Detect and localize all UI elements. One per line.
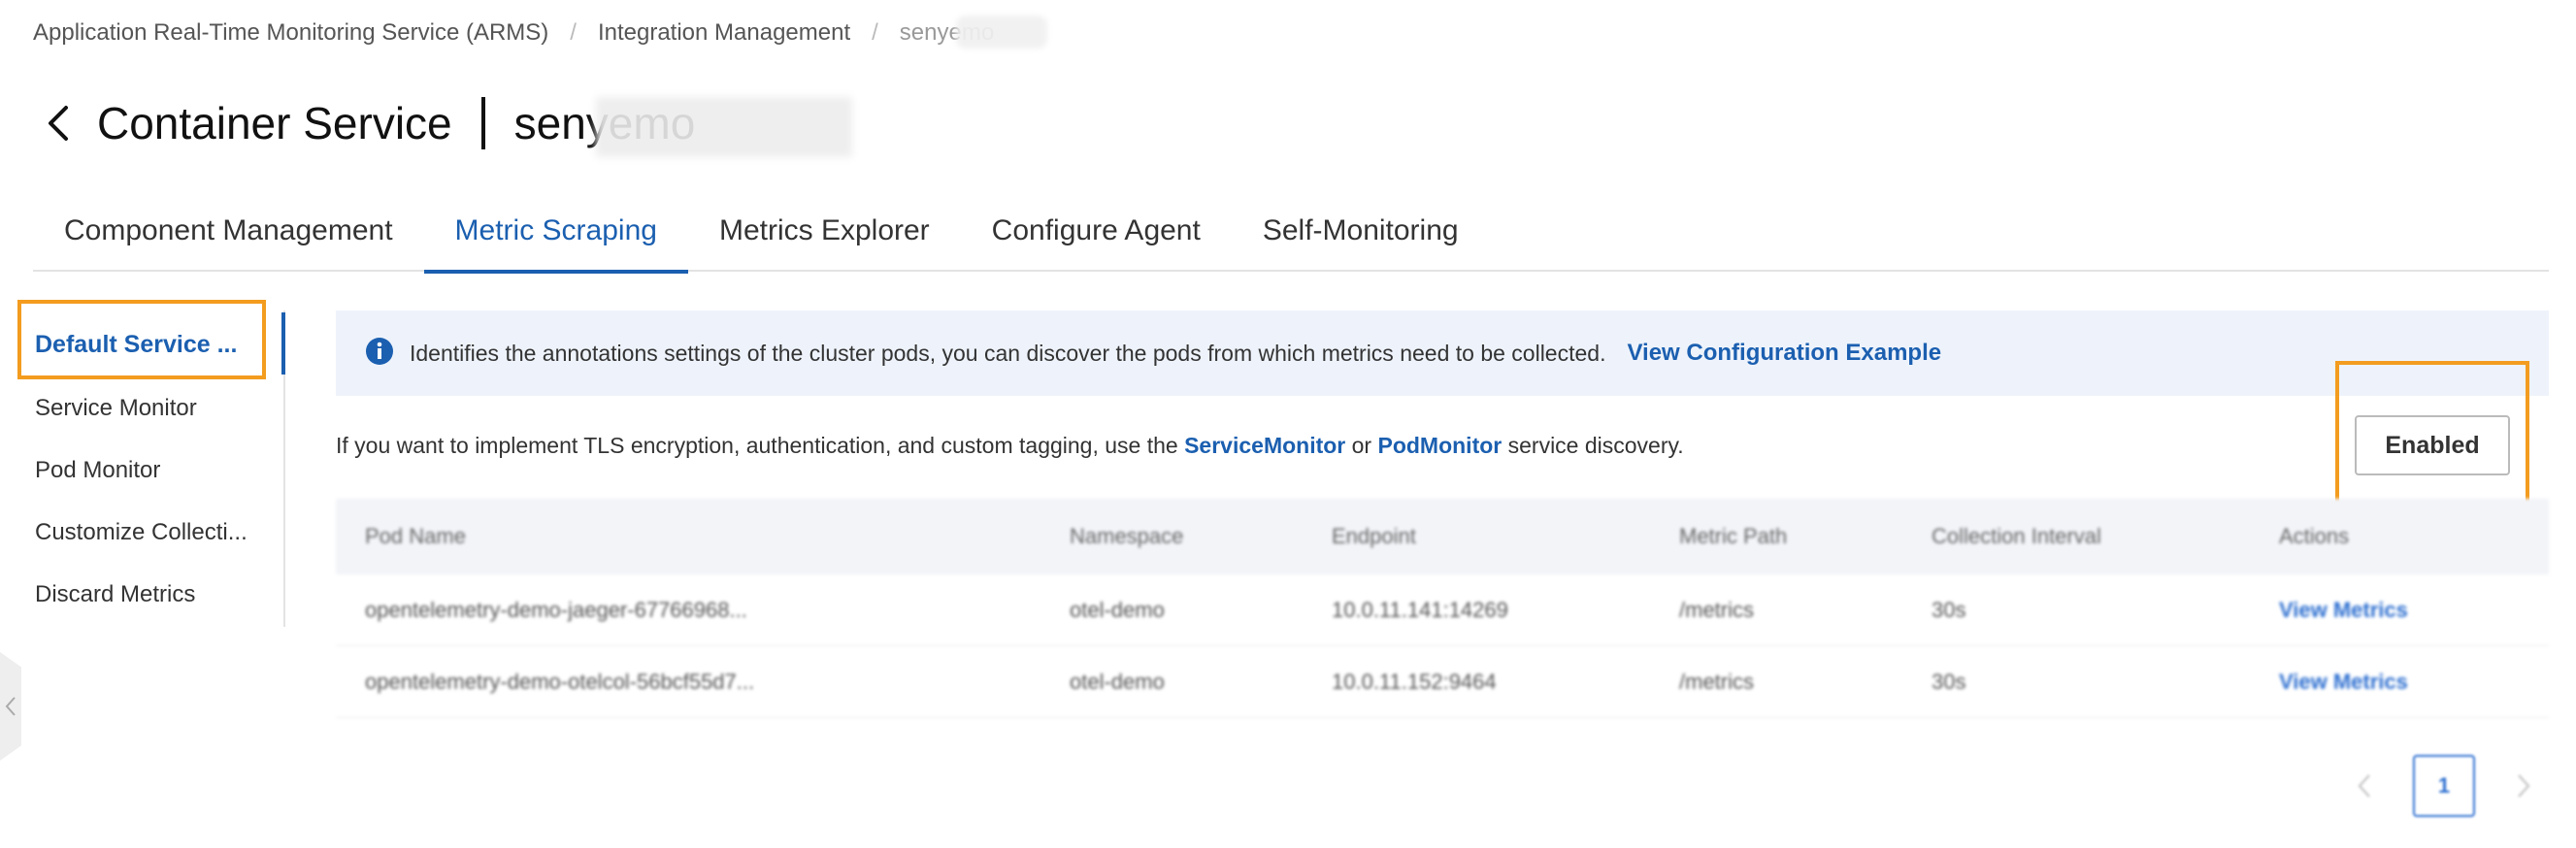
tab-metric-scraping[interactable]: Metric Scraping bbox=[423, 190, 689, 274]
column-header-collection-interval: Collection Interval bbox=[1932, 524, 2101, 548]
cell-endpoint: 10.0.11.141:14269 bbox=[1332, 597, 1508, 622]
tab-self-monitoring[interactable]: Self-Monitoring bbox=[1232, 190, 1490, 272]
enabled-button[interactable]: Enabled bbox=[2355, 415, 2510, 475]
pods-table: Pod Name Namespace Endpoint Metric Path … bbox=[336, 499, 2549, 718]
podmonitor-link[interactable]: PodMonitor bbox=[1377, 433, 1502, 458]
table-row: opentelemetry-demo-otelcol-56bcf55d7... … bbox=[336, 646, 2549, 718]
cell-pod-name: opentelemetry-demo-otelcol-56bcf55d7... bbox=[365, 669, 755, 694]
column-header-endpoint: Endpoint bbox=[1332, 524, 1416, 548]
cell-metric-path: /metrics bbox=[1679, 597, 1754, 622]
highlight-box bbox=[17, 300, 266, 379]
cell-pod-name: opentelemetry-demo-jaeger-67766968... bbox=[365, 597, 747, 622]
view-configuration-example-link[interactable]: View Configuration Example bbox=[1627, 340, 1941, 367]
tab-configure-agent[interactable]: Configure Agent bbox=[961, 190, 1232, 272]
chevron-right-icon bbox=[2518, 774, 2530, 798]
breadcrumb-separator: / bbox=[872, 19, 878, 46]
breadcrumb-item-cluster: senyemo bbox=[900, 16, 1047, 49]
view-metrics-link[interactable]: View Metrics bbox=[2279, 669, 2408, 695]
next-page-button[interactable] bbox=[2504, 766, 2543, 805]
pagination: 1 bbox=[2345, 755, 2543, 817]
column-header-actions: Actions bbox=[2279, 524, 2350, 548]
tls-notice-prefix: If you want to implement TLS encryption,… bbox=[336, 433, 1185, 458]
view-metrics-link[interactable]: View Metrics bbox=[2279, 598, 2408, 623]
cell-namespace: otel-demo bbox=[1070, 669, 1165, 694]
collapse-handle[interactable] bbox=[0, 652, 21, 761]
cell-collection-interval: 30s bbox=[1932, 669, 1966, 694]
breadcrumb: Application Real-Time Monitoring Service… bbox=[33, 16, 1047, 49]
info-icon bbox=[365, 337, 394, 371]
tab-metrics-explorer[interactable]: Metrics Explorer bbox=[688, 190, 961, 272]
info-text: Identifies the annotations settings of t… bbox=[410, 340, 1606, 366]
sidebar-item-pod-monitor[interactable]: Pod Monitor bbox=[35, 457, 160, 484]
title-divider bbox=[480, 97, 485, 149]
sidebar-item-service-monitor[interactable]: Service Monitor bbox=[35, 395, 197, 422]
cell-collection-interval: 30s bbox=[1932, 597, 1966, 622]
sidebar-item-customize-collection[interactable]: Customize Collecti... bbox=[35, 519, 248, 546]
column-header-namespace: Namespace bbox=[1070, 524, 1184, 548]
redaction-blur bbox=[595, 97, 852, 157]
table-header: Pod Name Namespace Endpoint Metric Path … bbox=[336, 499, 2549, 574]
info-banner: Identifies the annotations settings of t… bbox=[336, 310, 2549, 396]
breadcrumb-item-arms[interactable]: Application Real-Time Monitoring Service… bbox=[33, 19, 548, 47]
tab-component-management[interactable]: Component Management bbox=[33, 190, 424, 272]
back-arrow-icon[interactable] bbox=[47, 104, 76, 143]
sidebar-active-indicator bbox=[281, 312, 285, 375]
sidebar-item-discard-metrics[interactable]: Discard Metrics bbox=[35, 581, 195, 608]
breadcrumb-separator: / bbox=[570, 19, 577, 46]
breadcrumb-item-integration-management[interactable]: Integration Management bbox=[598, 19, 850, 47]
page-number-button[interactable]: 1 bbox=[2413, 755, 2475, 817]
tls-notice-suffix: service discovery. bbox=[1502, 433, 1684, 458]
cell-endpoint: 10.0.11.152:9464 bbox=[1332, 669, 1497, 694]
cell-metric-path: /metrics bbox=[1679, 669, 1754, 694]
servicemonitor-link[interactable]: ServiceMonitor bbox=[1184, 433, 1345, 458]
page-title: Container Service bbox=[97, 98, 452, 148]
tls-notice: If you want to implement TLS encryption,… bbox=[336, 433, 1684, 459]
column-header-pod-name: Pod Name bbox=[365, 524, 466, 548]
redaction-blur bbox=[955, 16, 1047, 49]
tab-bar: Component Management Metric Scraping Met… bbox=[33, 190, 2549, 274]
chevron-left-icon bbox=[5, 697, 16, 716]
page-subtitle: senyemo bbox=[514, 97, 852, 157]
table-row: opentelemetry-demo-jaeger-67766968... ot… bbox=[336, 574, 2549, 646]
prev-page-button[interactable] bbox=[2345, 766, 2384, 805]
chevron-left-icon bbox=[2358, 774, 2370, 798]
page-header: Container Service senyemo bbox=[47, 93, 852, 157]
cell-namespace: otel-demo bbox=[1070, 597, 1165, 622]
tls-notice-middle: or bbox=[1345, 433, 1378, 458]
column-header-metric-path: Metric Path bbox=[1679, 524, 1788, 548]
